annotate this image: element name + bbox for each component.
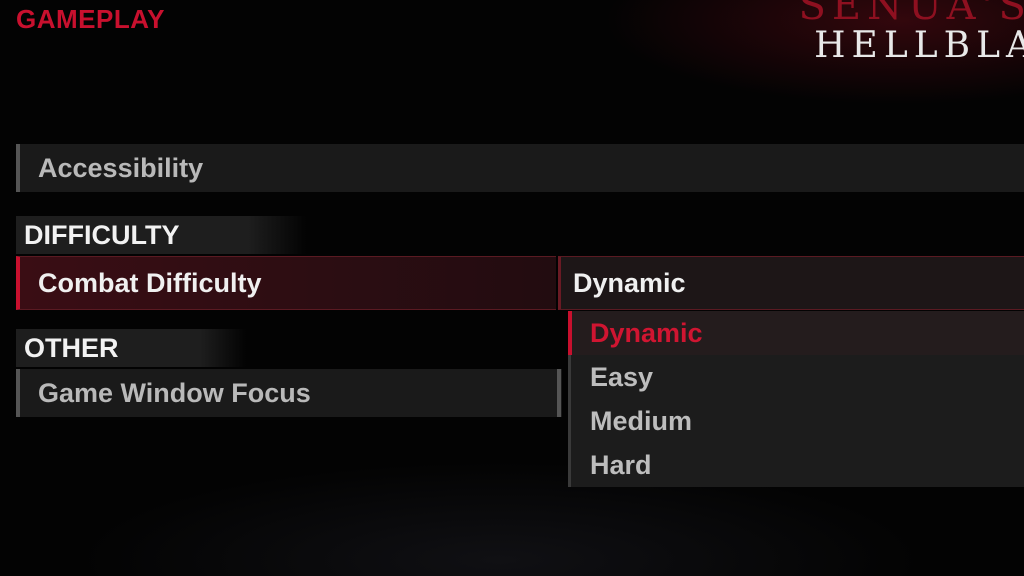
difficulty-dropdown[interactable]: Dynamic Easy Medium Hard xyxy=(568,311,1024,487)
game-window-focus-row[interactable]: Game Window Focus xyxy=(16,369,562,417)
dropdown-option-medium[interactable]: Medium xyxy=(571,399,1024,443)
combat-difficulty-label: Combat Difficulty xyxy=(38,267,262,298)
logo-line-2: HELLBLA xyxy=(814,25,1024,66)
accessibility-label: Accessibility xyxy=(38,152,204,183)
game-window-focus-label: Game Window Focus xyxy=(38,377,311,408)
screen-title: GAMEPLAY xyxy=(16,4,165,34)
row-divider xyxy=(557,369,561,417)
settings-screen: GAMEPLAY SENUA'S S HELLBLA Accessibility… xyxy=(0,0,1024,576)
dropdown-option-dynamic[interactable]: Dynamic xyxy=(568,311,1024,355)
combat-difficulty-select[interactable]: Dynamic xyxy=(558,256,1024,310)
section-header-difficulty: DIFFICULTY xyxy=(16,216,306,254)
logo-line-1: SENUA'S S xyxy=(798,0,1024,29)
game-logo: SENUA'S S HELLBLA xyxy=(734,0,1024,66)
combat-difficulty-row[interactable]: Combat Difficulty xyxy=(16,256,556,310)
combat-difficulty-value: Dynamic xyxy=(573,267,686,298)
dropdown-option-easy[interactable]: Easy xyxy=(571,355,1024,399)
dropdown-option-hard[interactable]: Hard xyxy=(571,443,1024,487)
accessibility-row[interactable]: Accessibility xyxy=(16,144,1024,192)
section-header-other: OTHER xyxy=(16,329,246,367)
